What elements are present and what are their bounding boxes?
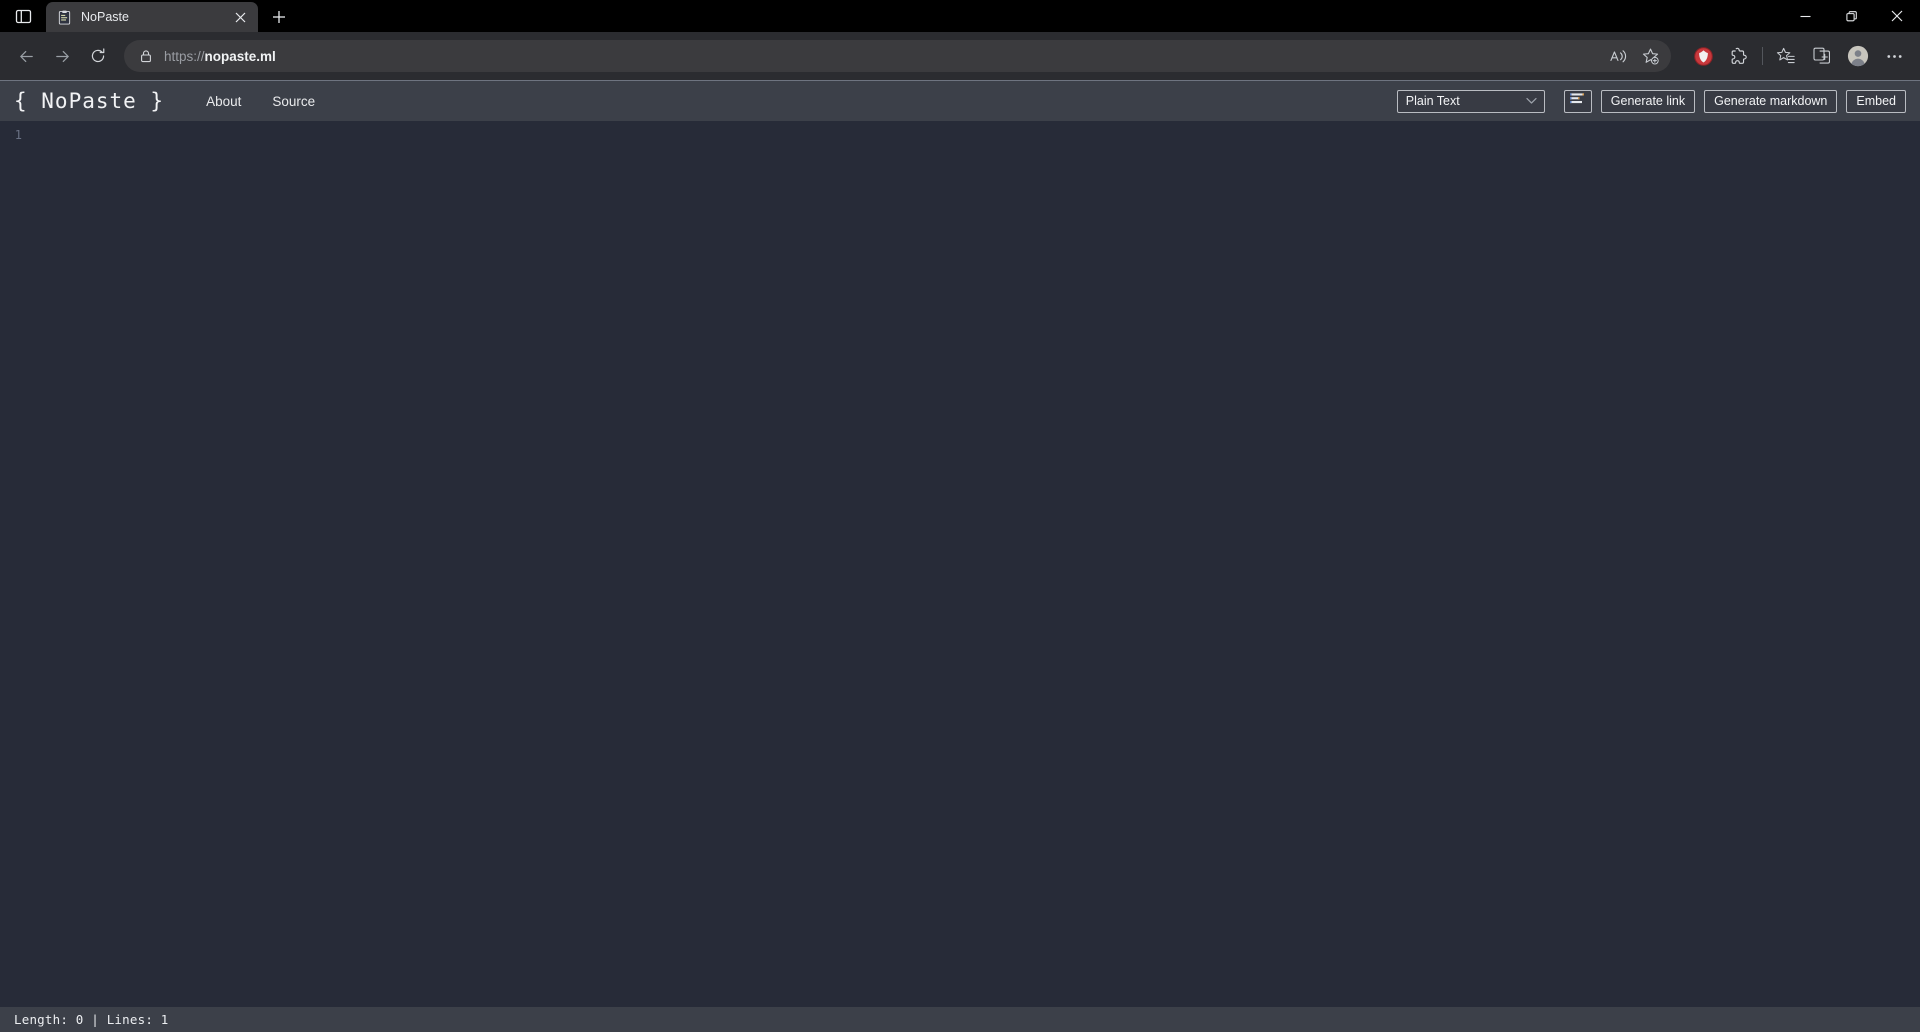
nav-link-source[interactable]: Source [272, 94, 315, 109]
generate-markdown-button[interactable]: Generate markdown [1704, 89, 1838, 113]
extensions-puzzle-icon[interactable] [1721, 38, 1757, 74]
address-bar[interactable]: https://nopaste.ml [124, 40, 1671, 72]
app-logo[interactable]: { NoPaste } [14, 89, 164, 113]
window-controls [1782, 0, 1920, 32]
settings-more-icon[interactable] [1876, 38, 1912, 74]
format-lines-icon [1570, 92, 1585, 110]
back-arrow-icon[interactable] [8, 38, 44, 74]
language-select-value: Plain Text [1405, 94, 1460, 108]
nav-link-about[interactable]: About [206, 94, 241, 109]
status-bar-text: Length: 0 | Lines: 1 [14, 1012, 169, 1027]
embed-button[interactable]: Embed [1846, 89, 1906, 113]
app-toolbar: Plain Text Generate link Generate markdo… [1396, 89, 1906, 113]
browser-toolbar: https://nopaste.ml [0, 32, 1920, 80]
format-button[interactable] [1563, 89, 1592, 113]
close-icon[interactable] [230, 7, 250, 27]
page-content: { NoPaste } About Source Plain Text Gene… [0, 80, 1920, 1032]
maximize-icon[interactable] [1828, 0, 1874, 32]
status-bar: Length: 0 | Lines: 1 [0, 1007, 1920, 1032]
url-host: nopaste.ml [204, 48, 276, 64]
adblock-extension-icon[interactable] [1685, 38, 1721, 74]
code-editor[interactable]: 1 [0, 121, 1920, 1007]
vertical-tabs-icon[interactable] [0, 0, 46, 32]
toolbar-divider [1762, 47, 1763, 65]
split-screen-icon[interactable] [1804, 38, 1840, 74]
lock-icon[interactable] [134, 44, 158, 68]
clipboard-favicon [56, 9, 72, 25]
language-select[interactable]: Plain Text [1396, 89, 1545, 113]
editor-text-area[interactable] [34, 121, 1920, 1007]
url-scheme: https:// [164, 48, 205, 64]
reload-icon[interactable] [80, 38, 116, 74]
chevron-down-icon [1526, 97, 1538, 105]
omnibox-actions [1603, 42, 1665, 70]
close-icon[interactable] [1874, 0, 1920, 32]
browser-tab[interactable]: NoPaste [46, 2, 258, 32]
address-bar-url: https://nopaste.ml [158, 49, 1603, 64]
editor-line-numbers: 1 [14, 128, 22, 142]
add-favorite-star-icon[interactable] [1635, 42, 1665, 70]
tab-strip: NoPaste [0, 0, 1920, 32]
browser-window: NoPaste https://nopaste.ml {NoPaste} A… [0, 0, 1920, 1032]
generate-link-button[interactable]: Generate link [1600, 89, 1696, 113]
profile-avatar-icon[interactable] [1840, 38, 1876, 74]
app-nav-links: About Source [206, 94, 315, 109]
new-tab-button[interactable] [262, 2, 296, 32]
minimize-icon[interactable] [1782, 0, 1828, 32]
read-aloud-icon[interactable] [1603, 42, 1633, 70]
collections-icon[interactable] [1768, 38, 1804, 74]
app-navbar: { NoPaste } About Source Plain Text Gene… [0, 81, 1920, 121]
browser-toolbar-actions [1679, 38, 1912, 74]
tab-title: NoPaste [81, 10, 129, 24]
forward-arrow-icon[interactable] [44, 38, 80, 74]
